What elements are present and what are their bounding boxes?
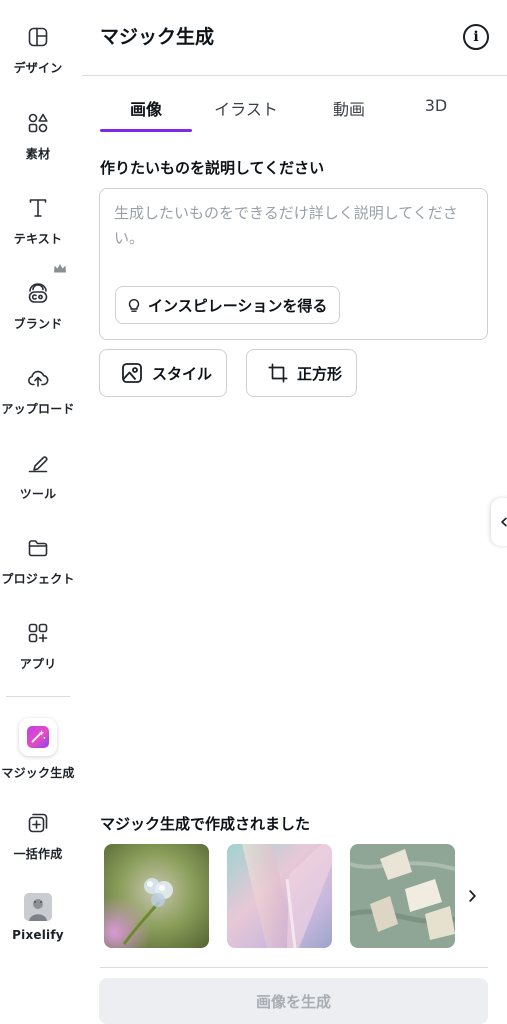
sidebar-item-label: 素材: [25, 147, 51, 161]
active-tab-indicator: [100, 129, 192, 132]
gallery-thumbnail-marble[interactable]: [350, 844, 455, 948]
marble-stones-image: [350, 844, 455, 948]
layout-icon: [25, 24, 51, 50]
inspiration-label: インスピレーションを得る: [148, 296, 328, 315]
image-style-icon: [122, 363, 142, 383]
sidebar-item-uploads[interactable]: アップロード: [0, 365, 76, 417]
chevron-left-icon: [501, 517, 507, 527]
sidebar-item-label: ツール: [19, 487, 57, 501]
sidebar-item-label: アップロード: [1, 402, 75, 416]
sidebar-item-magic-generate[interactable]: マジック生成: [0, 718, 76, 781]
tab-image[interactable]: 画像: [100, 96, 192, 126]
gallery-next-button[interactable]: [457, 878, 487, 914]
chevron-right-icon: [468, 890, 476, 902]
left-sidebar: デザイン 素材 テキスト ブランド アップロード ツール プロジェクト アプリ …: [0, 0, 76, 1024]
collapse-panel-handle[interactable]: [491, 498, 507, 546]
panel-title: マジック生成: [100, 26, 215, 48]
sidebar-item-text[interactable]: テキスト: [0, 195, 76, 247]
bulk-create-icon: [25, 810, 51, 836]
brand-icon: [25, 280, 51, 306]
droplet-flower-image: [104, 844, 209, 948]
sidebar-item-label: デザイン: [13, 61, 63, 75]
sidebar-item-label: マジック生成: [1, 766, 75, 780]
pixelify-app-icon: [24, 893, 52, 921]
inspiration-button[interactable]: インスピレーションを得る: [115, 286, 341, 324]
crown-icon: [54, 264, 66, 273]
gallery-thumbnail-droplets[interactable]: [104, 844, 209, 948]
tab-illustration[interactable]: イラスト: [200, 96, 292, 126]
tab-video[interactable]: 動画: [308, 96, 390, 126]
sidebar-item-apps[interactable]: アプリ: [0, 620, 76, 672]
folder-icon: [25, 535, 51, 561]
text-icon: [25, 195, 51, 221]
sidebar-item-tools[interactable]: ツール: [0, 450, 76, 502]
sidebar-item-label: Pixelify: [12, 928, 64, 942]
media-type-tabs: 画像 イラスト 動画 3D: [100, 96, 475, 134]
aspect-ratio-button[interactable]: 正方形: [246, 349, 358, 397]
sidebar-item-label: プロジェクト: [1, 572, 75, 586]
gallery-thumbnail-glass[interactable]: [227, 844, 332, 948]
prompt-heading: 作りたいものを説明してください: [100, 159, 325, 177]
sidebar-item-bulk-create[interactable]: 一括作成: [0, 810, 76, 862]
info-button[interactable]: i: [463, 24, 489, 50]
shapes-icon: [25, 110, 51, 136]
prompt-box: インスピレーションを得る: [99, 188, 488, 340]
tab-3d[interactable]: 3D: [400, 96, 472, 126]
lightbulb-icon: [128, 299, 140, 312]
style-label: スタイル: [152, 364, 213, 383]
sidebar-item-label: テキスト: [13, 232, 63, 246]
pen-tool-icon: [25, 450, 51, 476]
header-divider: [82, 75, 507, 76]
sidebar-item-label: ブランド: [13, 317, 63, 331]
apps-grid-icon: [25, 620, 51, 646]
sidebar-item-brand[interactable]: ブランド: [0, 280, 76, 332]
glass-shards-image: [227, 844, 332, 948]
sidebar-item-pixelify[interactable]: Pixelify: [0, 893, 76, 942]
crop-icon: [268, 363, 288, 383]
sidebar-item-label: アプリ: [19, 657, 57, 671]
sidebar-item-elements[interactable]: 素材: [0, 110, 76, 162]
magic-sparkle-icon: [19, 718, 57, 756]
sidebar-item-design[interactable]: デザイン: [0, 24, 76, 76]
sidebar-divider: [6, 696, 70, 697]
prompt-input[interactable]: [114, 201, 476, 271]
generate-image-button[interactable]: 画像を生成: [99, 978, 488, 1024]
gallery-heading: マジック生成で作成されました: [100, 815, 311, 833]
cloud-upload-icon: [25, 365, 51, 391]
info-icon: i: [473, 29, 479, 45]
footer-divider: [100, 967, 488, 968]
sidebar-item-projects[interactable]: プロジェクト: [0, 535, 76, 587]
sidebar-item-label: 一括作成: [13, 847, 63, 861]
aspect-ratio-label: 正方形: [297, 364, 343, 383]
style-button[interactable]: スタイル: [99, 349, 228, 397]
